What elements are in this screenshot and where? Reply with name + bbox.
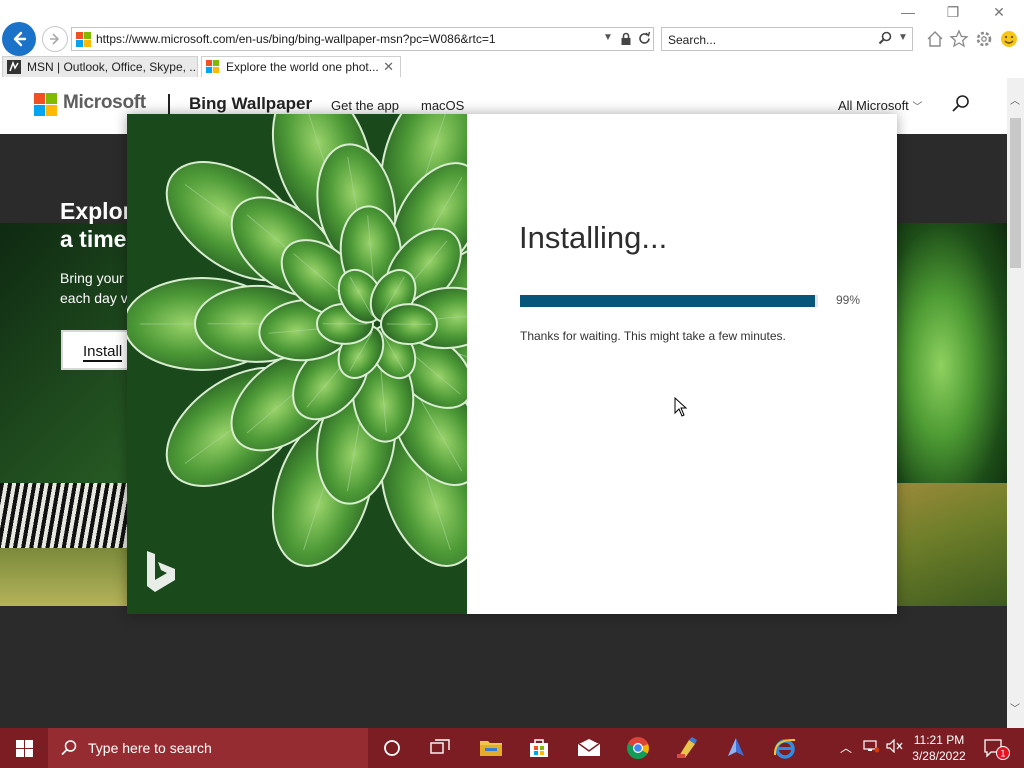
product-title[interactable]: Bing Wallpaper [189, 94, 312, 114]
task-view-button[interactable] [426, 734, 454, 762]
close-window-button[interactable]: ✕ [987, 4, 1011, 24]
tab-label: MSN | Outlook, Office, Skype, ... [27, 60, 198, 74]
tab-msn[interactable]: MSN | Outlook, Office, Skype, ... [2, 56, 198, 77]
store-icon [530, 739, 548, 757]
clock-time: 11:21 PM [913, 733, 965, 747]
settings-gear-icon[interactable] [974, 29, 994, 49]
microsoft-brand[interactable]: Microsoft [63, 92, 146, 114]
screen: https://www.microsoft.com/en-us/bing/bin… [0, 0, 1024, 768]
chrome-icon [627, 737, 649, 759]
nav-link-get-the-app[interactable]: Get the app [331, 98, 399, 113]
tab-label: Explore the world one phot... [226, 60, 379, 74]
page-scrollbar[interactable]: ︿ ﹀ [1007, 78, 1024, 728]
install-progress-bar [520, 295, 818, 307]
cortana-button[interactable] [378, 734, 406, 762]
hero-body: Bring your each day v [60, 270, 128, 306]
lock-icon[interactable] [620, 31, 632, 47]
microsoft-favicon-icon [206, 60, 220, 74]
address-bar[interactable]: https://www.microsoft.com/en-us/bing/bin… [71, 27, 654, 51]
all-microsoft-menu[interactable]: All Microsoft ﹀ [838, 98, 922, 113]
zebra-grass-image [0, 548, 127, 606]
browser-search-input[interactable]: Search... [668, 33, 716, 47]
forward-button[interactable] [42, 26, 68, 52]
installer-dialog: Installing... 99% Thanks for waiting. Th… [127, 114, 897, 614]
msn-favicon-icon [7, 60, 21, 74]
tray-expand-icon[interactable]: ︿ [840, 739, 852, 756]
favorites-star-icon[interactable] [949, 29, 969, 49]
cortana-icon [384, 740, 400, 756]
install-progress-percent: 99% [836, 293, 861, 307]
smiley-feedback-icon[interactable] [999, 29, 1019, 49]
search-icon [61, 740, 77, 756]
scroll-down-icon[interactable]: ﹀ [1010, 700, 1020, 715]
store-button[interactable] [525, 734, 553, 762]
clock-date: 3/28/2022 [912, 749, 966, 763]
internet-explorer-button[interactable] [771, 734, 799, 762]
installer-title: Installing... [519, 220, 668, 255]
internet-explorer-icon [773, 738, 796, 759]
file-explorer-button[interactable] [477, 734, 505, 762]
scroll-up-icon[interactable]: ︿ [1010, 92, 1020, 107]
hero-leaf-image [897, 223, 1007, 483]
installer-message: Thanks for waiting. This might take a fe… [520, 329, 786, 343]
file-explorer-icon [480, 741, 502, 756]
address-url[interactable]: https://www.microsoft.com/en-us/bing/bin… [96, 32, 496, 46]
refresh-icon[interactable] [637, 31, 652, 46]
minimize-button[interactable]: — [896, 4, 920, 24]
nav-link-macos[interactable]: macOS [421, 98, 464, 113]
search-dropdown-icon[interactable]: ▼ [898, 32, 908, 43]
chevron-down-icon: ﹀ [912, 102, 923, 113]
app-icon [728, 738, 744, 756]
bing-logo-icon [147, 551, 175, 592]
tab-bing-wallpaper[interactable]: Explore the world one phot... ✕ [201, 56, 401, 77]
system-clock[interactable]: 11:21 PM 3/28/2022 [908, 732, 970, 764]
succulent-image [127, 114, 467, 614]
taskbar-search-box[interactable]: Type here to search [48, 728, 368, 768]
windows-start-icon [15, 739, 33, 757]
paint-button[interactable] [673, 734, 701, 762]
action-center-icon[interactable]: 1 [983, 737, 1011, 761]
tab-strip: MSN | Outlook, Office, Skype, ... Explor… [0, 55, 1024, 131]
site-search-icon[interactable] [951, 94, 971, 114]
install-progress-fill [520, 295, 816, 307]
browser-chrome: https://www.microsoft.com/en-us/bing/bin… [0, 0, 1024, 131]
mail-icon [577, 739, 601, 756]
succulent-illustration [127, 114, 467, 614]
paint-icon [677, 737, 697, 758]
landscape-thumbnail-image[interactable] [897, 483, 1007, 606]
notification-count: 1 [1000, 750, 1006, 760]
browser-search-box[interactable]: Search... ▼ [661, 27, 913, 51]
back-button[interactable] [2, 22, 36, 56]
windows-taskbar: Type here to search ︿ 11:21 PM 3/28/2022… [0, 728, 1024, 768]
hero-heading: Explor a time [60, 198, 132, 252]
home-icon[interactable] [925, 29, 945, 49]
start-button[interactable] [0, 728, 48, 768]
mail-button[interactable] [575, 734, 603, 762]
search-icon[interactable] [878, 31, 893, 46]
nav-divider [168, 94, 170, 116]
network-icon[interactable] [863, 739, 879, 753]
all-microsoft-label: All Microsoft [838, 98, 909, 113]
back-icon [13, 31, 27, 47]
restore-button[interactable]: ❐ [941, 4, 965, 24]
mouse-cursor-icon [674, 397, 688, 417]
task-view-icon [430, 739, 450, 754]
taskbar-search-input[interactable]: Type here to search [88, 740, 212, 756]
volume-muted-icon[interactable] [886, 739, 904, 753]
chrome-button[interactable] [624, 734, 652, 762]
microsoft-logo-icon[interactable] [34, 93, 57, 116]
install-button-label: Install [83, 343, 123, 362]
scrollbar-thumb[interactable] [1010, 118, 1021, 268]
address-dropdown-icon[interactable]: ▼ [603, 32, 613, 43]
forward-icon [50, 33, 60, 45]
microsoft-favicon-icon [76, 32, 91, 47]
app-button[interactable] [722, 734, 750, 762]
tab-close-icon[interactable]: ✕ [383, 59, 394, 75]
